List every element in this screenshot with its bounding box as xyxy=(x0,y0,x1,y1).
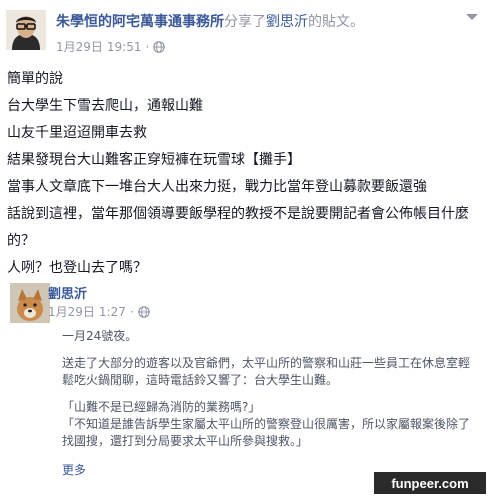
post-date-link[interactable]: 1月29日 xyxy=(56,38,103,55)
site-watermark: funpeer.com xyxy=(374,472,486,494)
post-time-link[interactable]: 19:51 xyxy=(107,40,142,54)
shared-post-link[interactable]: 的貼文。 xyxy=(308,14,364,30)
body-line: 結果發現台大山難客正穿短褲在玩雪球【攤手】 xyxy=(7,152,301,168)
shared-post-time-link[interactable]: 1:27 xyxy=(99,305,126,319)
shared-author-avatar-image xyxy=(10,283,50,323)
body-line: 山友千里迢迢開車去救 xyxy=(7,125,147,141)
shared-author-avatar[interactable] xyxy=(10,283,50,323)
author-avatar[interactable] xyxy=(6,10,46,50)
body-line: 台大學生下雪去爬山，通報山難 xyxy=(7,98,203,114)
post-meta: 1月29日 19:51 · xyxy=(56,38,166,55)
shared-post-date-link[interactable]: 1月29日 xyxy=(48,303,95,320)
facebook-post: 朱學恒的阿宅萬事通事務所分享了劉思沂的貼文。 1月29日 19:51 · 簡單的… xyxy=(0,0,490,498)
share-action-text: 分享了 xyxy=(224,14,266,30)
body-line: 當事人文章底下一堆台大人出來力挺，戰力比當年登山募款要飯還強 xyxy=(7,179,427,195)
shared-author-name-link[interactable]: 劉思沂 xyxy=(48,283,87,302)
shared-post: 劉思沂 1月29日 1:27 · 一月24號夜。 送走了大部分的遊客以及官爺們，… xyxy=(10,276,480,494)
see-more-link[interactable]: 更多 xyxy=(62,461,86,478)
shared-post-meta: 1月29日 1:27 · xyxy=(48,303,150,320)
original-author-link[interactable]: 劉思沂 xyxy=(266,14,308,30)
quote-line: 「不知道是誰告訴學生家屬太平山所的警察登山很厲害，所以家屬報案後除了找國搜，還打… xyxy=(62,417,471,448)
quote-line: 「山難不是已經歸為消防的業務嗎?」 xyxy=(62,400,261,414)
meta-separator: · xyxy=(129,304,134,319)
post-body: 簡單的說 台大學生下雪去爬山，通報山難 山友千里迢迢開車去救 結果發現台大山難客… xyxy=(7,66,483,282)
body-line: 話說到這裡，當年那個領導要飯學程的教授不是說要開記者會公佈帳目什麼的？ xyxy=(7,206,469,249)
body-line: 簡單的說 xyxy=(7,71,63,87)
chevron-down-icon[interactable] xyxy=(466,14,478,20)
globe-icon[interactable] xyxy=(153,40,166,53)
shared-paragraph: 一月24號夜。 xyxy=(62,329,138,343)
post-header: 朱學恒的阿宅萬事通事務所分享了劉思沂的貼文。 xyxy=(56,11,364,31)
shared-post-body: 一月24號夜。 送走了大部分的遊客以及官爺們，太平山所的警察和山莊一些員工在休息… xyxy=(62,328,477,450)
author-name-link[interactable]: 朱學恒的阿宅萬事通事務所 xyxy=(56,14,224,30)
globe-icon[interactable] xyxy=(137,305,150,318)
author-avatar-image xyxy=(6,10,46,50)
meta-separator: · xyxy=(145,39,150,54)
shared-paragraph: 送走了大部分的遊客以及官爺們，太平山所的警察和山莊一些員工在休息室輕鬆吃火鍋閒聊… xyxy=(62,356,471,387)
quote-block: 「山難不是已經歸為消防的業務嗎?」 「不知道是誰告訴學生家屬太平山所的警察登山很… xyxy=(62,399,477,450)
